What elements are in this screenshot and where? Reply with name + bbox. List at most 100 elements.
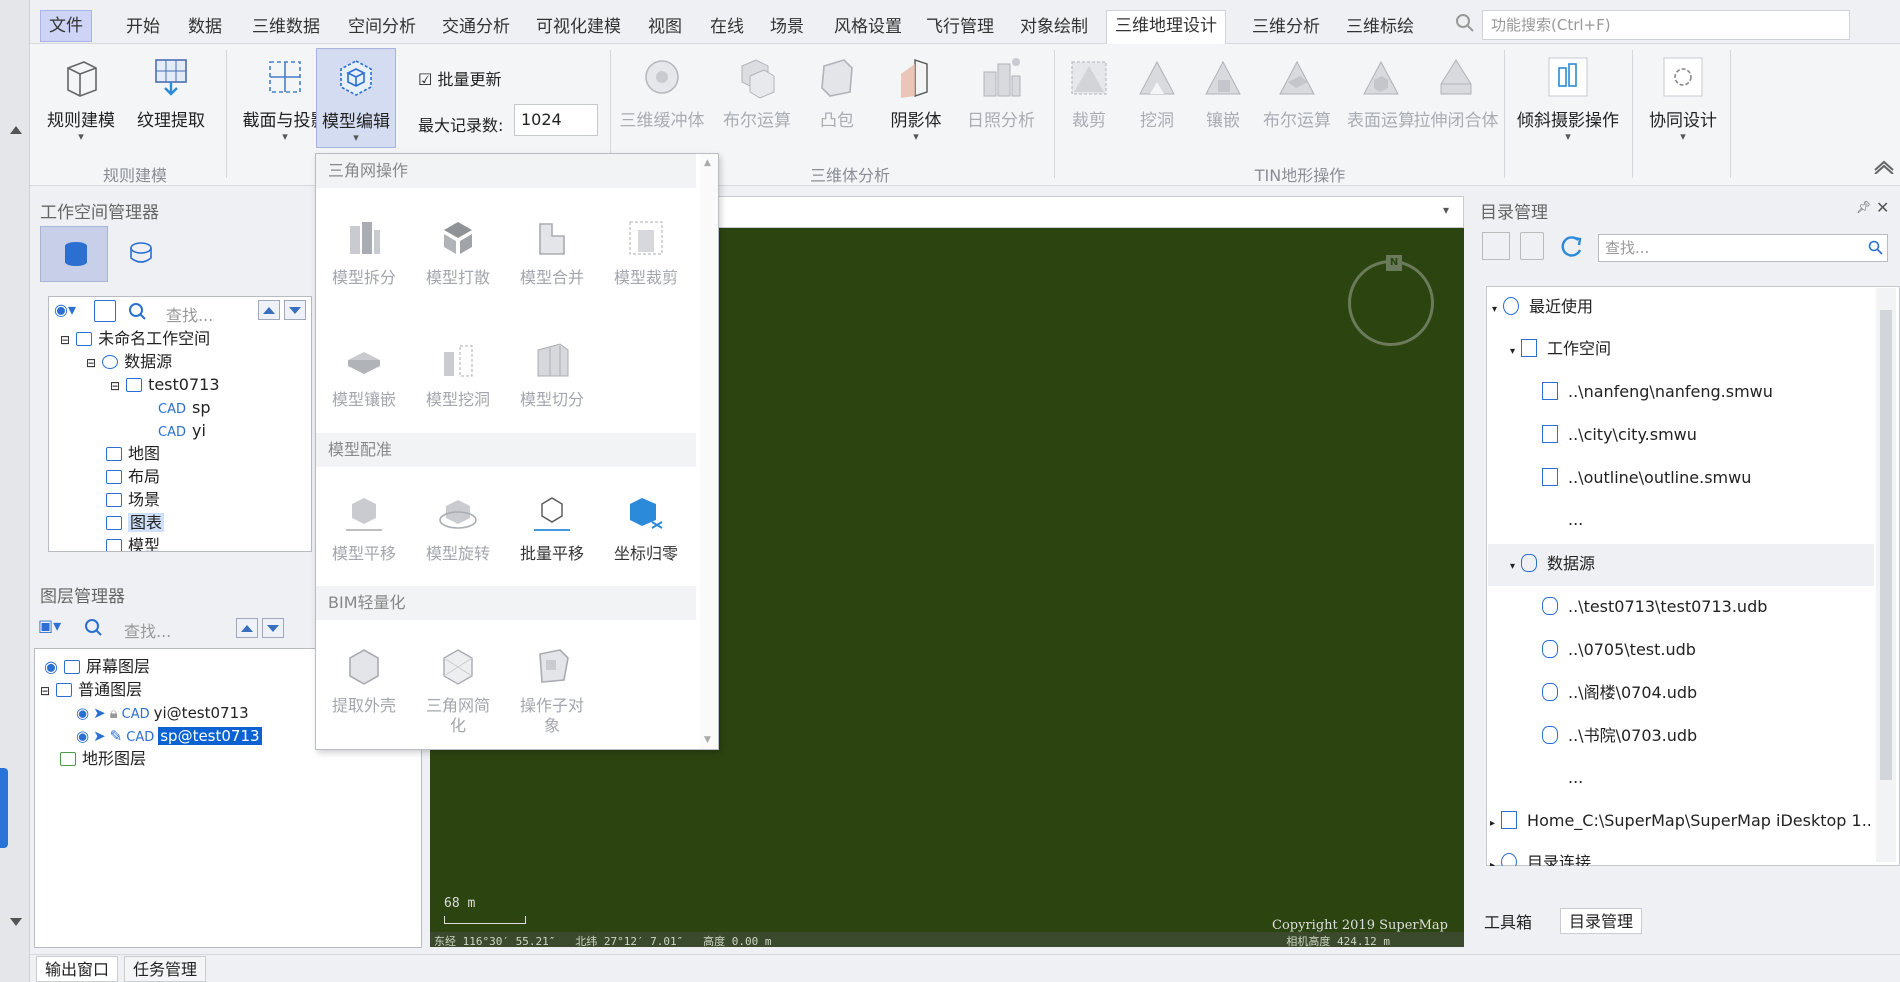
lock-icon[interactable]: 🔒︎: [110, 704, 118, 722]
menu-3d-data[interactable]: 三维数据: [244, 12, 328, 42]
pin-icon[interactable]: 📌︎: [1856, 200, 1871, 214]
texture-extract-button[interactable]: 纹理提取: [126, 54, 216, 131]
sunlight-analysis-button[interactable]: 日照分析: [956, 54, 1046, 131]
model-translate-item[interactable]: 模型平移: [318, 492, 410, 564]
refresh-icon[interactable]: [1556, 232, 1586, 262]
scroll-up-icon[interactable]: ▲: [704, 158, 711, 168]
menu-file[interactable]: 文件: [40, 10, 92, 42]
workspace-doc-icon[interactable]: [94, 300, 116, 322]
move-up-button[interactable]: [258, 300, 280, 320]
clip-button[interactable]: 裁剪: [1054, 54, 1124, 131]
scroll-down-icon[interactable]: ▼: [704, 735, 711, 745]
convex-hull-button[interactable]: 凸包: [802, 54, 872, 131]
recent-datasource-item[interactable]: ..\0705\test.udb: [1542, 637, 1696, 663]
layer-normal[interactable]: ⊟ 普通图层: [40, 679, 142, 701]
oblique-photo-button[interactable]: 倾斜摄影操作 ▾: [1508, 54, 1628, 143]
menu-view[interactable]: 视图: [640, 12, 690, 42]
operate-subobject-item[interactable]: 操作子对 象: [506, 644, 598, 736]
tin-boolean-button[interactable]: 布尔运算: [1252, 54, 1342, 131]
search-icon[interactable]: [128, 302, 150, 322]
collapse-ribbon-icon[interactable]: [1872, 158, 1896, 174]
inlay-button[interactable]: 镶嵌: [1188, 54, 1258, 131]
tab-output-window[interactable]: 输出窗口: [36, 956, 119, 982]
layer-up-button[interactable]: [236, 618, 258, 638]
collapse-up-icon[interactable]: [10, 126, 22, 134]
model-edit-button[interactable]: 模型编辑 ▾: [316, 48, 396, 148]
max-records-input[interactable]: 1024: [514, 104, 598, 136]
tab-task-manager[interactable]: 任务管理: [124, 956, 207, 982]
side-handle[interactable]: [0, 768, 8, 848]
recent-datasource-item[interactable]: ..\书院\0703.udb: [1542, 723, 1697, 749]
search-icon[interactable]: [84, 618, 106, 638]
menu-traffic-analysis[interactable]: 交通分析: [434, 12, 518, 42]
collapse-down-icon[interactable]: [10, 918, 22, 926]
layer-terrain[interactable]: 地形图层: [60, 748, 146, 770]
3d-buffer-button[interactable]: 三维缓冲体: [612, 54, 712, 131]
dropdown-scrollbar[interactable]: ▲ ▼: [700, 154, 718, 749]
boolean-button[interactable]: 布尔运算: [712, 54, 802, 131]
search-icon[interactable]: [1868, 240, 1884, 256]
compass[interactable]: N: [1348, 255, 1434, 346]
model-cut-item[interactable]: 模型切分: [506, 338, 598, 410]
scene-tab-icon[interactable]: [126, 240, 156, 268]
recent-used[interactable]: ▾ 最近使用: [1492, 294, 1593, 320]
menu-spatial-analysis[interactable]: 空间分析: [340, 12, 424, 42]
menu-flight[interactable]: 飞行管理: [918, 12, 1002, 42]
recent-datasource-more[interactable]: ...: [1568, 765, 1583, 791]
catalog-scrollbar[interactable]: [1876, 288, 1896, 862]
catalog-search-input[interactable]: 查找...: [1598, 234, 1888, 262]
tree-datasource[interactable]: ⊟ 数据源: [86, 351, 172, 373]
batch-update-checkbox[interactable]: ☑ 批量更新: [418, 66, 501, 90]
tree-models[interactable]: 模型: [106, 535, 160, 551]
layer-yi[interactable]: ◉ ➤ 🔒︎ CAD yi@test0713: [76, 702, 249, 724]
model-rotate-item[interactable]: 模型旋转: [412, 492, 504, 564]
tab-toolbox[interactable]: 工具箱: [1476, 910, 1540, 936]
menu-3d-geodesign[interactable]: 三维地理设计: [1106, 10, 1226, 46]
menu-3d-plot[interactable]: 三维标绘: [1338, 12, 1422, 42]
tree-dataset-sp[interactable]: CAD sp: [158, 397, 210, 419]
select-icon[interactable]: ➤: [93, 727, 106, 745]
eye-icon[interactable]: ◉: [76, 704, 89, 722]
tree-dataset-yi[interactable]: CAD yi: [158, 420, 206, 442]
recent-workspace-item[interactable]: ..\outline\outline.smwu: [1542, 465, 1751, 491]
menu-visual-modeling[interactable]: 可视化建模: [528, 12, 629, 42]
recent-datasource-item[interactable]: ..\阁楼\0704.udb: [1542, 680, 1697, 706]
recent-workspace-item[interactable]: ..\city\city.smwu: [1542, 422, 1697, 448]
menu-online[interactable]: 在线: [702, 12, 752, 42]
tab-catalog[interactable]: 目录管理: [1560, 908, 1643, 934]
eye-icon[interactable]: ◉: [76, 727, 89, 745]
rule-modeling-button[interactable]: 规则建模 ▾: [36, 54, 126, 143]
collab-design-button[interactable]: 协同设计 ▾: [1638, 54, 1728, 143]
menu-style[interactable]: 风格设置: [826, 12, 910, 42]
menu-data[interactable]: 数据: [180, 12, 230, 42]
tree-ds-test0713[interactable]: ⊟ test0713: [110, 374, 220, 396]
model-merge-item[interactable]: 模型合并: [506, 216, 598, 288]
menu-scene[interactable]: 场景: [762, 12, 812, 42]
edit-pencil-icon[interactable]: ✎: [110, 727, 123, 745]
tree-maps[interactable]: 地图: [106, 443, 160, 465]
model-dig-item[interactable]: 模型挖洞: [412, 338, 504, 410]
shadow-volume-button[interactable]: 阴影体 ▾: [876, 54, 956, 143]
layer-search-input[interactable]: 查找...: [124, 618, 171, 642]
menu-start[interactable]: 开始: [118, 12, 168, 42]
coord-zero-item[interactable]: 坐标归零: [600, 492, 692, 564]
trash-icon[interactable]: [1520, 232, 1544, 260]
tree-charts[interactable]: 图表: [106, 512, 165, 534]
home-folder[interactable]: ▸ Home_C:\SuperMap\SuperMap iDesktop 1...: [1490, 808, 1870, 834]
extract-shell-item[interactable]: 提取外壳: [318, 644, 410, 716]
catalog-connection[interactable]: ▸ 目录连接: [1490, 850, 1591, 866]
menu-object-draw[interactable]: 对象绘制: [1012, 12, 1096, 42]
tree-workspace-root[interactable]: ⊟ 未命名工作空间: [60, 328, 210, 350]
layer-down-button[interactable]: [262, 618, 284, 638]
function-search-input[interactable]: 功能搜索(Ctrl+F): [1482, 10, 1850, 40]
recent-workspace-item[interactable]: ..\nanfeng\nanfeng.smwu: [1542, 379, 1773, 405]
dig-hole-button[interactable]: 挖洞: [1122, 54, 1192, 131]
recent-datasource-group[interactable]: ▾ 数据源: [1510, 551, 1595, 577]
model-break-item[interactable]: 模型打散: [412, 216, 504, 288]
extrude-closed-button[interactable]: 拉伸闭合体: [1396, 54, 1516, 131]
recent-workspace-more[interactable]: ...: [1568, 507, 1583, 533]
recent-datasource-item[interactable]: ..\test0713\test0713.udb: [1542, 594, 1767, 620]
move-down-button[interactable]: [284, 300, 306, 320]
model-clip-item[interactable]: 模型裁剪: [600, 216, 692, 288]
menu-3d-analysis[interactable]: 三维分析: [1244, 12, 1328, 42]
